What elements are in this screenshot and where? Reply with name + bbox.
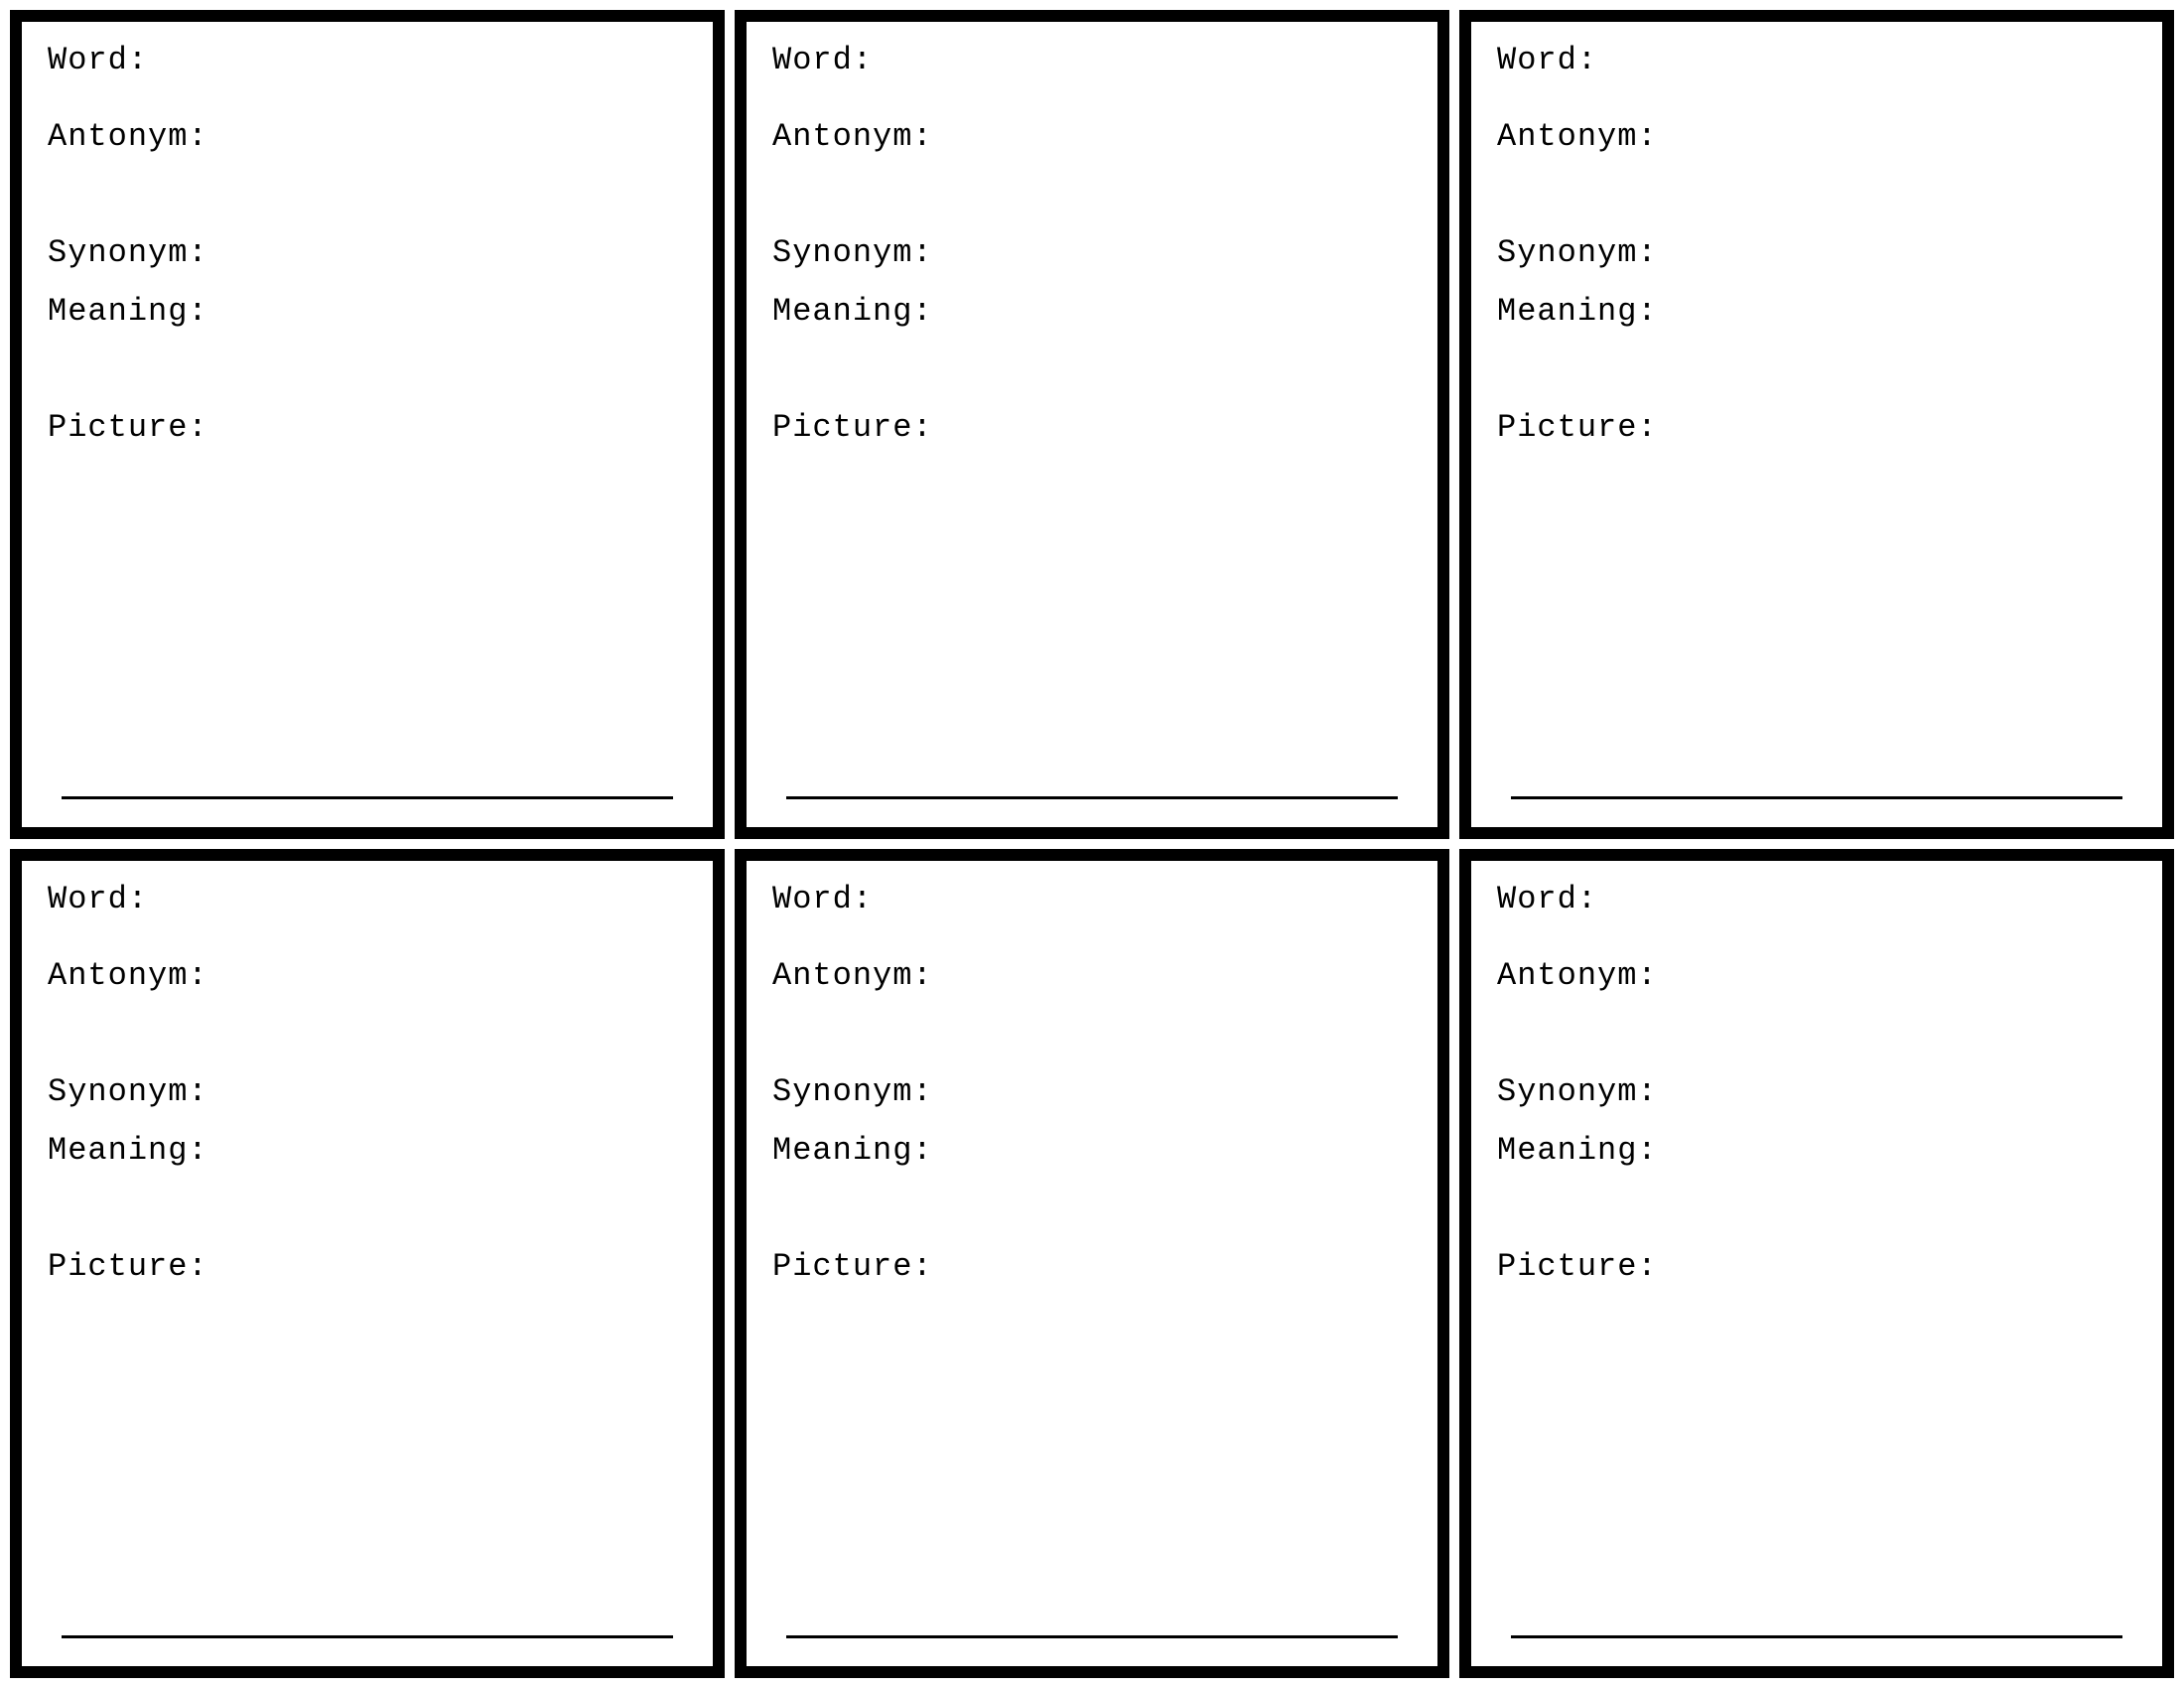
word-label: Word: <box>48 42 687 78</box>
synonym-label: Synonym: <box>772 1073 1412 1110</box>
bottom-rule <box>62 1635 673 1638</box>
word-label: Word: <box>48 881 687 917</box>
worksheet-grid: Word: Antonym: Synonym: ________________… <box>0 0 2184 1688</box>
bottom-rule <box>1511 796 2122 799</box>
word-label: Word: <box>1497 42 2136 78</box>
synonym-label: Synonym: <box>48 1073 687 1110</box>
synonym-label: Synonym: <box>48 234 687 271</box>
antonym-label: Antonym: <box>1497 118 2136 155</box>
meaning-label: Meaning: <box>48 293 687 330</box>
meaning-label: Meaning: <box>1497 1132 2136 1169</box>
divider-line: ___________________________ <box>48 1110 687 1124</box>
picture-label: Picture: <box>1497 409 2136 446</box>
divider-line: ___________________________ <box>1497 1110 2136 1124</box>
picture-label: Picture: <box>1497 1248 2136 1285</box>
synonym-label: Synonym: <box>1497 234 2136 271</box>
bottom-rule <box>786 796 1398 799</box>
meaning-label: Meaning: <box>772 293 1412 330</box>
word-label: Word: <box>772 881 1412 917</box>
vocab-card: Word: Antonym: Synonym: ________________… <box>10 10 725 839</box>
synonym-label: Synonym: <box>1497 1073 2136 1110</box>
divider-line: ___________________________ <box>772 1110 1412 1124</box>
picture-label: Picture: <box>772 409 1412 446</box>
antonym-label: Antonym: <box>1497 957 2136 994</box>
vocab-card: Word: Antonym: Synonym: ________________… <box>10 849 725 1678</box>
picture-label: Picture: <box>48 409 687 446</box>
antonym-label: Antonym: <box>48 118 687 155</box>
word-label: Word: <box>772 42 1412 78</box>
divider-line: ___________________________ <box>772 271 1412 285</box>
picture-label: Picture: <box>48 1248 687 1285</box>
antonym-label: Antonym: <box>772 957 1412 994</box>
bottom-rule <box>1511 1635 2122 1638</box>
word-label: Word: <box>1497 881 2136 917</box>
picture-label: Picture: <box>772 1248 1412 1285</box>
divider-line: ___________________________ <box>1497 271 2136 285</box>
antonym-label: Antonym: <box>772 118 1412 155</box>
vocab-card: Word: Antonym: Synonym: ________________… <box>735 10 1449 839</box>
vocab-card: Word: Antonym: Synonym: ________________… <box>735 849 1449 1678</box>
meaning-label: Meaning: <box>48 1132 687 1169</box>
synonym-label: Synonym: <box>772 234 1412 271</box>
divider-line: ___________________________ <box>48 271 687 285</box>
antonym-label: Antonym: <box>48 957 687 994</box>
meaning-label: Meaning: <box>1497 293 2136 330</box>
bottom-rule <box>786 1635 1398 1638</box>
vocab-card: Word: Antonym: Synonym: ________________… <box>1459 10 2174 839</box>
meaning-label: Meaning: <box>772 1132 1412 1169</box>
bottom-rule <box>62 796 673 799</box>
vocab-card: Word: Antonym: Synonym: ________________… <box>1459 849 2174 1678</box>
